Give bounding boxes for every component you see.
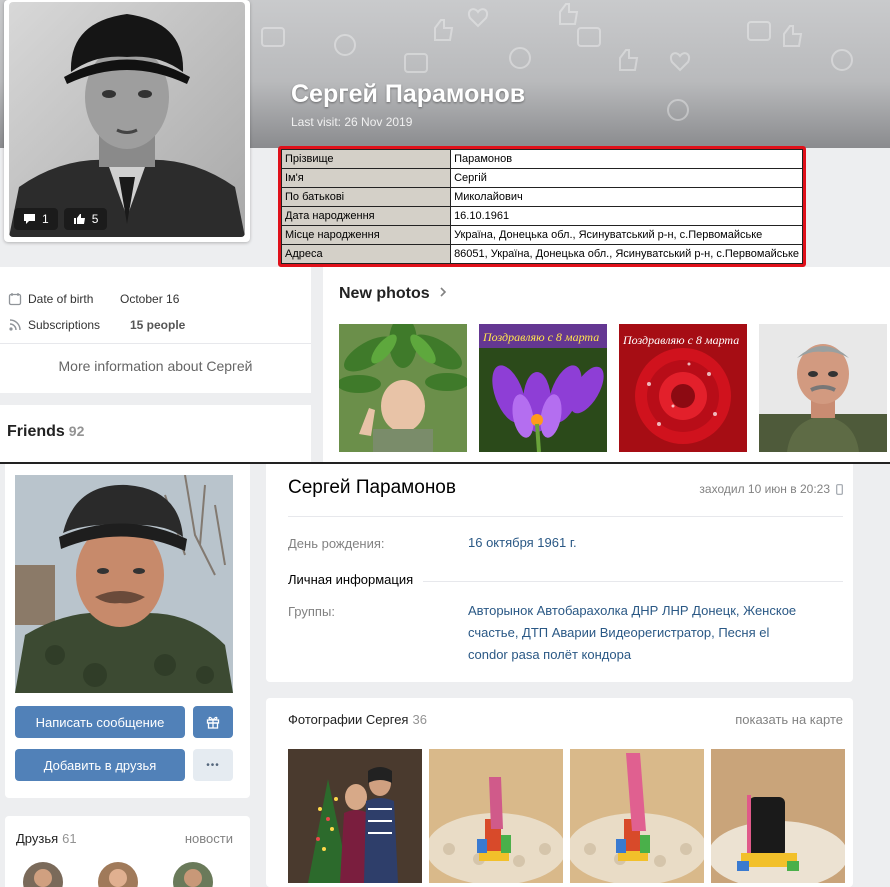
- gift-button[interactable]: [193, 706, 233, 738]
- last-visit: Last visit: 26 Nov 2019: [291, 115, 413, 129]
- profile-name: Сергей Парамонов: [288, 477, 456, 498]
- photos-count: 36: [412, 712, 427, 727]
- new-photo-thumb[interactable]: Поздравляю с 8 марта: [619, 324, 747, 452]
- friends-title[interactable]: Friends 92: [7, 423, 84, 441]
- personal-data-key: Дата народження: [280, 206, 452, 226]
- add-friend-button[interactable]: Добавить в друзья: [15, 749, 185, 781]
- groups-line[interactable]: счастье, ДТП Аварии Видеорегистратор, Пе…: [468, 622, 848, 644]
- personal-data-row: Дата народження 16.10.1961: [280, 206, 803, 226]
- comments-counter[interactable]: 1: [14, 208, 58, 230]
- subscriptions-row: Subscriptions 15 people: [8, 318, 185, 332]
- groups-line[interactable]: condor pasa полёт кондора: [468, 644, 848, 666]
- avatar-stats: 1 5: [14, 208, 108, 230]
- profile-info-block: Сергей Парамонов заходил 10 июн в 20:23 …: [266, 464, 853, 682]
- personal-data-value: Парамонов: [450, 149, 803, 169]
- new-photos-label: New photos: [339, 285, 430, 302]
- birthday-value[interactable]: 16 октября 1961 г.: [468, 532, 577, 554]
- chevron-right-icon: [440, 287, 447, 297]
- friends-count: 92: [68, 423, 85, 439]
- personal-data-value: 86051, Україна, Донецька обл., Ясинуватс…: [450, 244, 803, 264]
- personal-data-key: По батькові: [280, 187, 452, 207]
- friends-block: Friends 92: [0, 405, 311, 462]
- personal-data-value: Україна, Донецька обл., Ясинуватський р-…: [450, 225, 803, 245]
- new-photos-block: New photos Поздравляю с 8 марта Поздравл…: [323, 267, 890, 462]
- personal-data-row: Місце народження Україна, Донецька обл., …: [280, 225, 803, 245]
- new-photo-thumb[interactable]: [759, 324, 887, 452]
- date-of-birth-row: Date of birth October 16: [8, 292, 179, 306]
- new-photo-thumb[interactable]: [339, 324, 467, 452]
- photo-thumb[interactable]: [711, 749, 845, 883]
- profile-name: Сергей Парамонов: [291, 80, 526, 108]
- send-message-button[interactable]: Написать сообщение: [15, 706, 185, 738]
- profile-left-column: Написать сообщение Добавить в друзья •••: [5, 464, 250, 798]
- rss-icon: [9, 319, 21, 331]
- personal-data-key: Ім'я: [280, 168, 452, 188]
- more-actions-button[interactable]: •••: [193, 749, 233, 781]
- more-icon: •••: [206, 759, 220, 771]
- personal-data-value: Сергій: [450, 168, 803, 188]
- photo-caption: Поздравляю с 8 марта: [482, 330, 599, 344]
- photos-title[interactable]: Фотографии Сергея 36: [288, 712, 427, 727]
- likes-counter[interactable]: 5: [63, 208, 108, 230]
- personal-data-table: Прізвище Парамонов Ім'я Сергій По батькові Ми…: [278, 146, 806, 267]
- calendar-icon: [8, 293, 22, 306]
- personal-data-row: Ім'я Сергій: [280, 168, 803, 188]
- personal-data-key: Адреса: [280, 244, 452, 264]
- friends-count: 61: [62, 831, 77, 846]
- personal-data-value: Миколайович: [450, 187, 803, 207]
- friends-label: Friends: [7, 423, 65, 440]
- personal-data-key: Місце народження: [280, 225, 452, 245]
- photo-thumb[interactable]: [570, 749, 704, 883]
- online-status-text: заходил 10 июн в 20:23: [699, 482, 830, 496]
- new-profile-screenshot: Написать сообщение Добавить в друзья •••…: [0, 464, 890, 887]
- separator: [288, 516, 843, 517]
- photos-block: Фотографии Сергея 36 показать на карте: [266, 698, 853, 887]
- subscriptions-value[interactable]: 15 people: [130, 318, 185, 332]
- personal-data-row: Прізвище Парамонов: [280, 149, 803, 169]
- birthday-label: День рождения:: [288, 536, 385, 551]
- personal-data-key: Прізвище: [280, 149, 452, 169]
- gift-icon: [206, 716, 220, 729]
- personal-info-heading: Личная информация: [288, 572, 424, 587]
- personal-data-row: По батькові Миколайович: [280, 187, 803, 207]
- date-of-birth-label: Date of birth: [28, 292, 94, 306]
- new-photo-thumb[interactable]: Поздравляю с 8 марта: [479, 324, 607, 452]
- photo-caption: Поздравляю с 8 марта: [622, 333, 739, 347]
- photo-thumb[interactable]: [288, 749, 422, 883]
- like-icon: [73, 214, 85, 224]
- mobile-icon: [836, 483, 843, 495]
- comment-icon: [24, 214, 35, 224]
- groups-line[interactable]: Авторынок Автобарахолка ДНР ЛНР Донецк, …: [468, 600, 848, 622]
- photos-label: Фотографии Сергея: [288, 712, 409, 727]
- date-of-birth-value[interactable]: October 16: [120, 292, 179, 306]
- likes-count: 5: [91, 212, 99, 226]
- friends-title[interactable]: Друзья 61: [16, 831, 77, 846]
- photo-thumb[interactable]: [429, 749, 563, 883]
- more-info-link[interactable]: More information about Сергей: [0, 343, 311, 393]
- profile-avatar-card[interactable]: 1 5: [4, 0, 250, 242]
- profile-avatar-photo[interactable]: [9, 2, 245, 237]
- show-on-map-link[interactable]: показать на карте: [735, 712, 843, 727]
- personal-data-row: Адреса 86051, Україна, Донецька обл., Яси…: [280, 244, 803, 264]
- old-profile-screenshot: 1 5 Сергей Парамонов Last visit: 26 Nov …: [0, 0, 890, 462]
- personal-data-value: 16.10.1961: [450, 206, 803, 226]
- friends-news-link[interactable]: новости: [185, 831, 233, 846]
- friends-label: Друзья: [16, 831, 59, 846]
- online-status: заходил 10 июн в 20:23: [699, 482, 843, 496]
- groups-label: Группы:: [288, 604, 335, 619]
- new-photos-header[interactable]: New photos: [339, 285, 448, 303]
- subscriptions-label: Subscriptions: [28, 318, 101, 332]
- profile-avatar-photo[interactable]: [15, 475, 233, 693]
- groups-list: Авторынок Автобарахолка ДНР ЛНР Донецк, …: [468, 600, 848, 666]
- comments-count: 1: [42, 212, 49, 226]
